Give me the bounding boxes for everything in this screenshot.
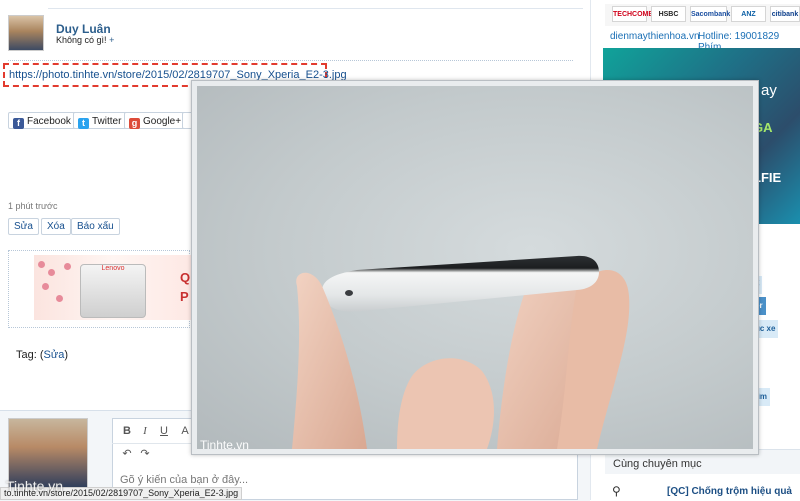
related-article-link[interactable]: [QC] Chống trộm hiệu quả bbox=[667, 486, 792, 497]
toolbar-divider bbox=[112, 443, 192, 444]
redo-button[interactable]: ↷ bbox=[138, 447, 152, 461]
share-label: Facebook bbox=[27, 116, 71, 127]
phone-in-hand-image bbox=[292, 255, 630, 449]
tags-row: Tag: (Sửa) bbox=[16, 349, 69, 361]
font-color-button[interactable]: A bbox=[178, 424, 192, 438]
powerbank-image: Lenovo bbox=[80, 264, 146, 318]
store-link[interactable]: dienmaythienhoa.vn bbox=[610, 31, 700, 42]
twitter-icon: t bbox=[78, 118, 89, 129]
undo-button[interactable]: ↶ bbox=[120, 447, 134, 461]
background-watermark: Tinhte.vn bbox=[6, 478, 64, 494]
author-name[interactable]: Duy Luân bbox=[56, 22, 111, 36]
bold-button[interactable]: B bbox=[120, 424, 134, 438]
delete-button[interactable]: Xóa bbox=[41, 218, 71, 235]
bike-icon: ⚲ bbox=[612, 484, 621, 498]
bank-logo[interactable]: TECHCOMBANK bbox=[612, 6, 669, 22]
tags-label: Tag: bbox=[16, 349, 37, 361]
share-label: Google+ bbox=[143, 116, 182, 127]
blossom-decoration bbox=[38, 261, 45, 268]
share-facebook-button[interactable]: f Facebook bbox=[8, 112, 77, 129]
author-avatar[interactable] bbox=[8, 15, 44, 51]
edit-button[interactable]: Sửa bbox=[8, 218, 39, 235]
bank-logo[interactable]: HSBC bbox=[651, 6, 686, 22]
photo-watermark: Tinhte.vn bbox=[200, 438, 249, 452]
divider-dotted bbox=[8, 60, 573, 61]
ad-text: ay bbox=[761, 82, 777, 99]
blossom-decoration bbox=[64, 263, 71, 270]
google-plus-icon: g bbox=[129, 118, 140, 129]
facebook-icon: f bbox=[13, 118, 24, 129]
blossom-decoration bbox=[48, 269, 55, 276]
tags-edit-link[interactable]: Sửa bbox=[44, 349, 65, 361]
bank-logo[interactable]: citibank bbox=[770, 6, 800, 22]
bank-logo[interactable]: Sacombank bbox=[690, 6, 730, 22]
lightbox-photo[interactable] bbox=[197, 86, 753, 449]
status-plus[interactable]: + bbox=[109, 35, 114, 45]
blossom-decoration bbox=[56, 295, 63, 302]
divider bbox=[48, 8, 583, 9]
share-twitter-button[interactable]: t Twitter bbox=[73, 112, 128, 129]
underline-button[interactable]: U bbox=[157, 424, 171, 438]
share-label: Twitter bbox=[92, 116, 122, 127]
banner-text: P bbox=[180, 289, 189, 304]
related-section-title: Cùng chuyên mục bbox=[613, 458, 702, 470]
status-text: Không có gì! bbox=[56, 35, 107, 45]
banner-text: Q bbox=[180, 270, 191, 285]
post-time: 1 phút trước bbox=[8, 201, 58, 211]
reply-input-placeholder[interactable]: Gõ ý kiến của bạn ở đây... bbox=[120, 474, 248, 486]
blossom-decoration bbox=[42, 283, 49, 290]
author-status: Không có gì! + bbox=[56, 35, 114, 45]
share-google-plus-button[interactable]: g Google+ bbox=[124, 112, 188, 129]
brand-label: Lenovo bbox=[101, 265, 125, 272]
italic-button[interactable]: I bbox=[138, 424, 152, 438]
bank-logo[interactable]: ANZ bbox=[731, 6, 766, 22]
report-button[interactable]: Báo xấu bbox=[71, 218, 120, 235]
